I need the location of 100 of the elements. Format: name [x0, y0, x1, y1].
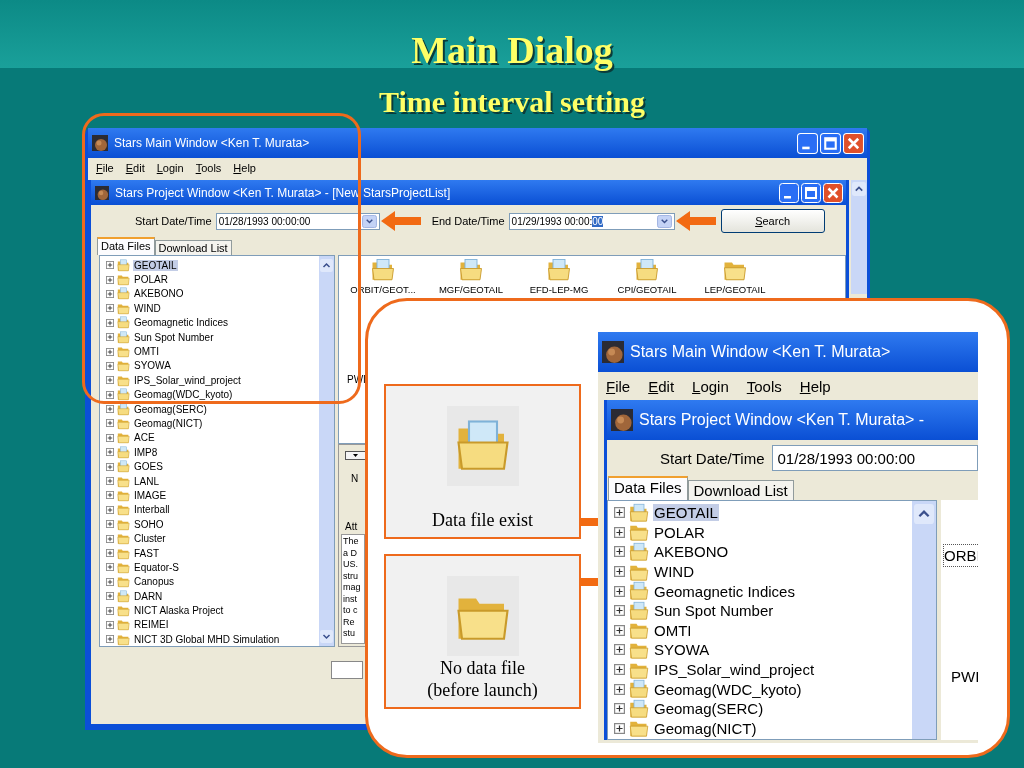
- expand-icon[interactable]: [614, 722, 625, 734]
- tree-item[interactable]: SYOWA: [133, 360, 172, 372]
- scroll-down-icon[interactable]: [320, 630, 333, 643]
- expand-icon[interactable]: [614, 546, 625, 558]
- menu-item[interactable]: Edit: [125, 162, 145, 174]
- maximize-button[interactable]: [820, 132, 841, 154]
- scrollbar[interactable]: [912, 501, 936, 739]
- maximize-button[interactable]: [801, 182, 821, 203]
- menu-item[interactable]: Help: [799, 377, 831, 395]
- expand-icon[interactable]: [614, 664, 625, 676]
- expand-icon[interactable]: [614, 566, 625, 578]
- close-button[interactable]: [843, 132, 864, 154]
- tree-item[interactable]: Cluster: [133, 533, 167, 545]
- scroll-up-icon[interactable]: [914, 504, 934, 524]
- expand-icon[interactable]: [614, 585, 625, 597]
- tree-item[interactable]: SOHO: [133, 518, 165, 530]
- file-label[interactable]: LEP/GEOTAIL: [704, 284, 766, 295]
- expand-icon[interactable]: [614, 703, 625, 715]
- tree-item[interactable]: POLAR: [133, 274, 169, 286]
- menu-item[interactable]: Help: [233, 162, 256, 174]
- close-button[interactable]: [823, 182, 843, 203]
- file-label[interactable]: PWI: [951, 668, 978, 685]
- detail-text: N: [351, 473, 359, 484]
- tree-item[interactable]: NICT 3D Global MHD Simulation: [133, 633, 281, 645]
- tree-item[interactable]: IMAGE: [133, 489, 168, 501]
- scroll-up-icon[interactable]: [852, 182, 866, 196]
- tree-item[interactable]: AKEBONO: [653, 543, 730, 561]
- planet-icon: [95, 185, 109, 200]
- expand-icon[interactable]: [614, 507, 625, 519]
- tree-item[interactable]: Interball: [133, 504, 171, 516]
- search-button[interactable]: Search: [720, 209, 825, 233]
- window-title: Stars Main Window <Ken T. Murata>: [630, 343, 891, 361]
- expand-icon[interactable]: [614, 526, 625, 538]
- tree-item[interactable]: POLAR: [653, 523, 706, 541]
- tree-item[interactable]: Geomagnetic Indices: [653, 582, 796, 600]
- tree-item[interactable]: SYOWA: [653, 641, 711, 659]
- expand-icon[interactable]: [614, 624, 625, 636]
- tree-item[interactable]: WIND: [653, 563, 695, 581]
- tree-item[interactable]: IPS_Solar_wind_project: [133, 374, 242, 386]
- tree-item[interactable]: LANL: [133, 475, 160, 487]
- menu-item[interactable]: Edit: [648, 377, 675, 395]
- tree-item[interactable]: WIND: [133, 302, 162, 314]
- start-date-label: Start Date/Time: [660, 449, 765, 467]
- tree-item[interactable]: Geomag(WDC_kyoto): [133, 389, 234, 401]
- start-date-field[interactable]: 01/28/1993 00:00:00: [215, 212, 380, 230]
- tree-item[interactable]: Sun Spot Number: [653, 602, 775, 620]
- tree-item[interactable]: Geomag(SERC): [653, 700, 765, 718]
- tree-item[interactable]: Geomag(NICT): [653, 719, 758, 737]
- input-field[interactable]: [331, 661, 363, 679]
- scrollbar[interactable]: [851, 180, 867, 294]
- tree-item[interactable]: REIMEI: [133, 619, 170, 631]
- tab[interactable]: Data Files: [608, 476, 688, 500]
- tree-item[interactable]: Canopus: [133, 576, 176, 588]
- scroll-up-icon[interactable]: [320, 259, 333, 272]
- window-title: Stars Main Window <Ken T. Murata>: [114, 136, 310, 150]
- expand-icon[interactable]: [614, 644, 625, 656]
- menu-item[interactable]: Login: [692, 377, 729, 395]
- tab[interactable]: Data Files: [97, 237, 155, 255]
- tree-item[interactable]: Sun Spot Number: [133, 331, 215, 343]
- tree-item[interactable]: DARN: [133, 590, 164, 602]
- menu-item[interactable]: Login: [156, 162, 184, 174]
- dropdown-icon[interactable]: [361, 214, 377, 228]
- start-date-field[interactable]: 01/28/1993 00:00:00: [772, 445, 978, 471]
- tree-item[interactable]: Geomagnetic Indices: [133, 317, 229, 329]
- tree-item[interactable]: ACE: [133, 432, 156, 444]
- tree-item[interactable]: GEOTAIL: [133, 259, 178, 271]
- dropdown-icon[interactable]: [345, 451, 367, 460]
- tree-item[interactable]: IPS_Solar_wind_project: [653, 661, 816, 679]
- slide-title: Main Dialog: [411, 28, 613, 72]
- menu-item[interactable]: File: [96, 162, 114, 174]
- file-label[interactable]: CPI/GEOTAIL: [617, 284, 677, 295]
- start-date-label: Start Date/Time: [135, 215, 212, 227]
- minimize-button[interactable]: [779, 182, 799, 203]
- file-label[interactable]: MGF/GEOTAIL: [438, 284, 504, 295]
- menu-item[interactable]: File: [606, 377, 631, 395]
- expand-icon[interactable]: [614, 605, 625, 617]
- tree-item[interactable]: GEOTAIL: [653, 504, 719, 522]
- tree-item[interactable]: GOES: [133, 461, 164, 473]
- menu-item[interactable]: Tools: [746, 377, 782, 395]
- scrollbar[interactable]: [319, 256, 334, 646]
- tree-item[interactable]: OMTI: [133, 346, 160, 358]
- tree-item[interactable]: OMTI: [653, 621, 693, 639]
- tree-item[interactable]: AKEBONO: [133, 288, 185, 300]
- tree-item[interactable]: IMP8: [133, 446, 159, 458]
- dropdown-icon[interactable]: [656, 214, 672, 228]
- tree-item[interactable]: Geomag(SERC): [133, 403, 208, 415]
- minimize-button[interactable]: [797, 132, 818, 154]
- expand-icon[interactable]: [614, 683, 625, 695]
- tab[interactable]: Download List: [154, 240, 232, 255]
- end-date-label: End Date/Time: [431, 215, 505, 227]
- file-label[interactable]: ORBI: [943, 544, 978, 567]
- tree-item[interactable]: Equator-S: [133, 561, 181, 573]
- tree-item[interactable]: Geomag(WDC_kyoto): [653, 680, 803, 698]
- menu-item[interactable]: Tools: [195, 162, 222, 174]
- arrow-icon: [674, 211, 717, 231]
- file-label[interactable]: EFD-LEP-MG: [529, 284, 589, 295]
- tree-item[interactable]: FAST: [133, 547, 160, 559]
- tree-item[interactable]: NICT Alaska Project: [133, 605, 225, 617]
- tree-item[interactable]: Geomag(NICT): [133, 418, 204, 429]
- tab[interactable]: Download List: [687, 480, 794, 500]
